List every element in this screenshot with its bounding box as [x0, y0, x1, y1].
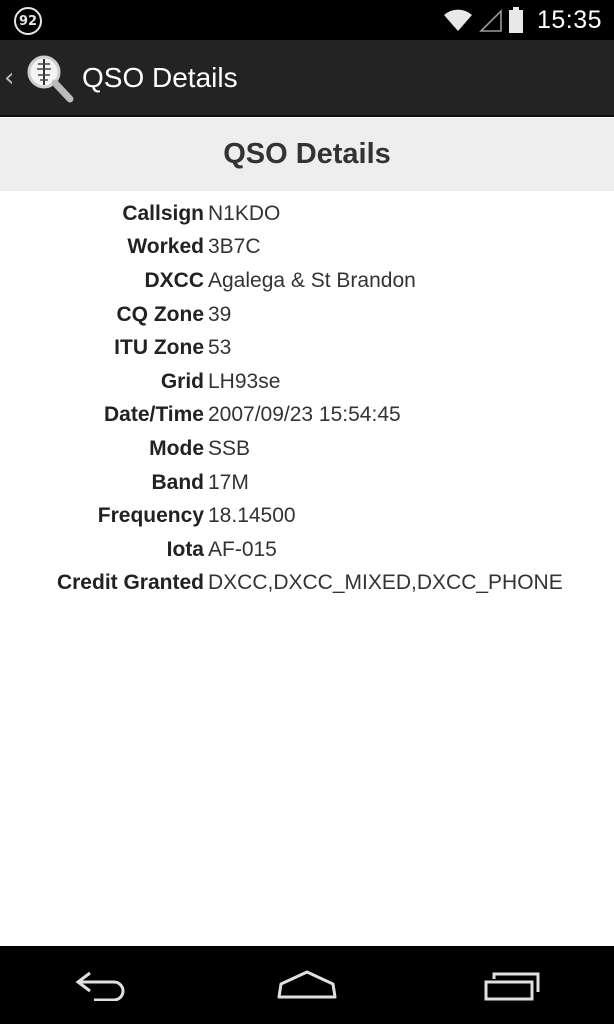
notification-badge: 92 [14, 7, 42, 35]
detail-label: Grid [160, 369, 204, 393]
section-header: QSO Details [0, 118, 614, 191]
detail-row: Mode SSB [0, 432, 614, 466]
detail-value: SSB [208, 436, 251, 460]
detail-label: Band [151, 470, 205, 494]
action-bar: ‹ QSO Details [0, 40, 614, 117]
detail-row: Date/Time 2007/09/23 15:54:45 [0, 399, 614, 433]
detail-value: LH93se [208, 369, 281, 393]
detail-label: Frequency [97, 504, 204, 528]
detail-value: 2007/09/23 15:54:45 [208, 403, 401, 427]
detail-label: Iota [166, 537, 204, 561]
detail-label: Date/Time [104, 403, 204, 427]
detail-label: Credit Granted [56, 571, 204, 595]
detail-value: DXCC,DXCC_MIXED,DXCC_PHONE [208, 571, 563, 595]
battery-icon [508, 7, 523, 33]
detail-value: 17M [208, 470, 249, 494]
home-icon [277, 970, 337, 999]
app-logo-magnifier-icon[interactable] [24, 52, 74, 104]
detail-value: N1KDO [208, 201, 281, 225]
back-icon [75, 971, 125, 1001]
back-button[interactable] [52, 955, 152, 1015]
detail-value: 18.14500 [208, 504, 296, 528]
status-clock: 15:35 [536, 5, 602, 34]
home-button[interactable] [257, 955, 357, 1015]
recents-button[interactable] [462, 955, 562, 1015]
navigation-bar [0, 946, 614, 1024]
recents-icon [484, 972, 540, 1001]
wifi-icon [443, 9, 472, 31]
detail-row: DXCC Agalega & St Brandon [0, 264, 614, 298]
detail-row: Worked 3B7C [0, 231, 614, 265]
status-icons: 15:35 [443, 0, 602, 40]
detail-value: AF-015 [208, 537, 277, 561]
detail-label: ITU Zone [114, 336, 204, 360]
detail-value: 39 [208, 302, 232, 326]
detail-label: CQ Zone [116, 302, 205, 326]
detail-row: CQ Zone 39 [0, 298, 614, 332]
detail-label: Worked [127, 235, 204, 259]
detail-row: Credit Granted DXCC,DXCC_MIXED,DXCC_PHONE [0, 567, 614, 601]
detail-label: Mode [149, 436, 204, 460]
cell-signal-icon [479, 9, 502, 32]
detail-label: Callsign [122, 201, 204, 225]
detail-row: Iota AF-015 [0, 533, 614, 567]
detail-value: 3B7C [208, 235, 261, 259]
up-chevron-icon[interactable]: ‹ [4, 63, 20, 93]
qso-details-list: Callsign N1KDO Worked 3B7C DXCC Agalega & St … [0, 191, 614, 600]
status-bar: 92 15:35 [0, 0, 614, 40]
detail-row: Frequency 18.14500 [0, 499, 614, 533]
detail-row: ITU Zone 53 [0, 331, 614, 365]
detail-value: 53 [208, 336, 232, 360]
detail-row: Callsign N1KDO [0, 197, 614, 231]
detail-label: DXCC [144, 268, 204, 292]
qso-details-content: QSO Details Callsign N1KDO Worked 3B7C DXCC A… [0, 118, 614, 946]
action-bar-title: QSO Details [82, 61, 238, 93]
detail-row: Grid LH93se [0, 365, 614, 399]
detail-row: Band 17M [0, 466, 614, 500]
detail-value: Agalega & St Brandon [208, 268, 416, 292]
